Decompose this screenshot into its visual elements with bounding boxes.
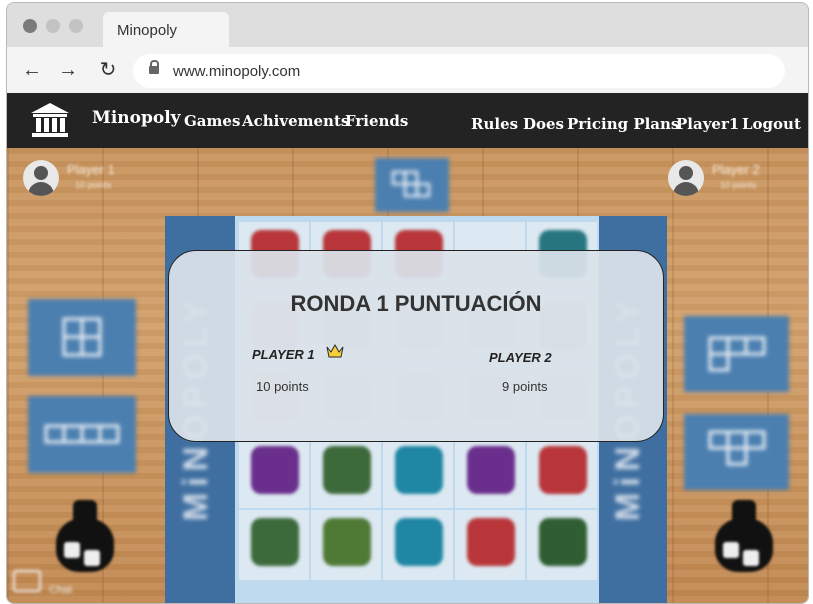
- player-right-slot: Player 2 10 points: [668, 156, 778, 202]
- right-piece-tile-2[interactable]: [684, 414, 789, 490]
- t-piece-icon: [708, 430, 766, 466]
- line-piece-icon: [44, 424, 120, 444]
- board-cell[interactable]: [527, 438, 597, 508]
- browser-tab[interactable]: Minopoly: [103, 12, 229, 47]
- reload-icon[interactable]: ↻: [97, 59, 119, 81]
- back-arrow-icon[interactable]: ←: [21, 59, 43, 81]
- chat-icon: [13, 570, 41, 592]
- nav-link-pricing-plans[interactable]: Pricing Plans: [567, 115, 679, 133]
- nav-link-achievements[interactable]: Achivements: [242, 112, 349, 130]
- board-cell[interactable]: [311, 438, 381, 508]
- nav-link-rules[interactable]: Rules: [471, 115, 518, 133]
- l-piece-icon: [708, 336, 766, 372]
- round-score-modal: RONDA 1 PUNTUACIÓN PLAYER 1 10 points PL…: [168, 250, 664, 442]
- avatar: [668, 160, 704, 196]
- bank-logo-icon[interactable]: [29, 101, 71, 139]
- player-left-slot: Player 1 10 points: [23, 156, 133, 202]
- board-cell[interactable]: [455, 438, 525, 508]
- player2-points: 9 points: [502, 379, 548, 394]
- avatar: [23, 160, 59, 196]
- tab-bar: Minopoly: [7, 3, 808, 47]
- chat-label: Chat: [49, 584, 73, 596]
- left-piece-tile-2[interactable]: [28, 396, 136, 473]
- nav-link-player1[interactable]: Player1: [676, 115, 739, 133]
- dice-bag-left-icon[interactable]: [52, 496, 118, 576]
- url-text: www.minopoly.com: [173, 63, 301, 80]
- tetromino-icon: [391, 170, 431, 198]
- crown-icon: [326, 344, 344, 358]
- player2-label: PLAYER 2: [489, 350, 552, 365]
- forward-arrow-icon[interactable]: →: [57, 59, 79, 81]
- address-bar: ← → ↻ www.minopoly.com: [7, 47, 808, 93]
- nav-link-does[interactable]: Does: [523, 115, 564, 133]
- modal-title: RONDA 1 PUNTUACIÓN: [290, 291, 542, 316]
- right-piece-tile-1[interactable]: [684, 316, 789, 392]
- nav-link-friends[interactable]: Friends: [345, 112, 408, 130]
- url-field[interactable]: www.minopoly.com: [133, 54, 785, 88]
- nav-link-games[interactable]: Games: [184, 112, 240, 130]
- player-right-name: Player 2: [712, 162, 760, 177]
- player-left-points: 10 points: [75, 180, 112, 190]
- window-close-dot[interactable]: [23, 19, 37, 33]
- board-cell[interactable]: [383, 510, 453, 580]
- window-minimize-dot[interactable]: [46, 19, 60, 33]
- chat-button[interactable]: Chat: [13, 570, 73, 600]
- site-navbar: Minopoly Games Achivements Friends Rules…: [7, 93, 808, 148]
- window-maximize-dot[interactable]: [69, 19, 83, 33]
- board-cell[interactable]: [239, 438, 309, 508]
- lock-icon: [149, 60, 159, 74]
- browser-window: Minopoly ← → ↻ www.minopoly.com Minopoly…: [6, 2, 809, 604]
- square-piece-icon: [62, 317, 102, 357]
- left-piece-tile-1[interactable]: [28, 299, 136, 376]
- top-piece-tile[interactable]: [375, 158, 449, 212]
- board-cell[interactable]: [311, 510, 381, 580]
- board-cell[interactable]: [239, 510, 309, 580]
- board-cell[interactable]: [527, 510, 597, 580]
- player1-points: 10 points: [256, 379, 309, 394]
- nav-link-logout[interactable]: Logout: [742, 115, 801, 133]
- tab-title: Minopoly: [117, 22, 178, 39]
- board-cell[interactable]: [455, 510, 525, 580]
- player-left-name: Player 1: [67, 162, 115, 177]
- brand-name[interactable]: Minopoly: [92, 108, 181, 128]
- game-area: Player 1 10 points Player 2 10 points Ch…: [7, 148, 808, 603]
- board-cell[interactable]: [383, 438, 453, 508]
- dice-bag-right-icon[interactable]: [711, 496, 777, 576]
- player1-label: PLAYER 1: [252, 347, 315, 362]
- player-right-points: 10 points: [720, 180, 757, 190]
